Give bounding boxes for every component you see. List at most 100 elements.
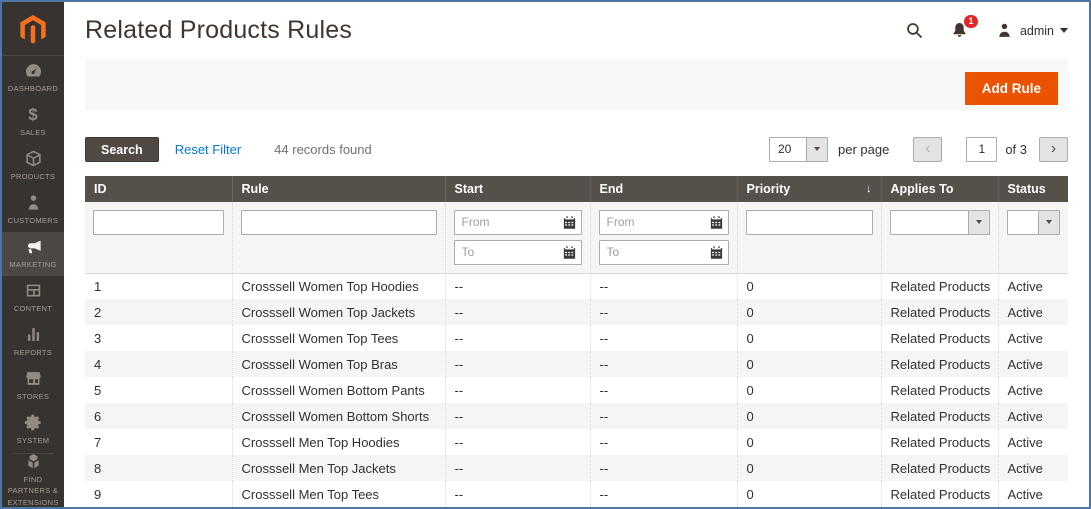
admin-account-menu[interactable]: admin: [995, 21, 1068, 40]
calendar-icon[interactable]: [709, 245, 724, 265]
search-button[interactable]: Search: [85, 136, 159, 162]
cell-status: Active: [997, 325, 1068, 351]
rule-filter-input[interactable]: [240, 209, 437, 235]
previous-page-button[interactable]: ‹: [913, 136, 943, 162]
sidebar-item-label: SALES: [20, 128, 46, 138]
chevron-down-icon: [1038, 210, 1059, 234]
customers-icon: [24, 193, 43, 212]
cell-priority: 0: [736, 429, 881, 455]
cell-priority: 0: [736, 325, 881, 351]
add-rule-button[interactable]: Add Rule: [964, 72, 1058, 106]
table-row[interactable]: 6 Crosssell Women Bottom Shorts -- -- 0 …: [85, 403, 1068, 429]
grid-body: 1 Crosssell Women Top Hoodies -- -- 0 Re…: [85, 273, 1068, 507]
cell-applies-to: Related Products: [880, 377, 998, 403]
grid-filter-row: [85, 201, 1068, 273]
calendar-icon[interactable]: [709, 215, 724, 235]
search-icon[interactable]: [905, 21, 924, 40]
applies-to-filter-select[interactable]: [889, 209, 990, 235]
column-header-end[interactable]: End: [589, 175, 737, 202]
cell-id: 1: [94, 278, 102, 294]
start-to-date-field: [453, 239, 582, 265]
table-row[interactable]: 5 Crosssell Women Bottom Pants -- -- 0 R…: [85, 377, 1068, 403]
sidebar-item-label: CUSTOMERS: [7, 216, 59, 226]
sidebar-item-find-partners[interactable]: FIND PARTNERS & EXTENSIONS: [2, 453, 64, 507]
sidebar-item-label: SYSTEM: [16, 436, 50, 446]
cell-rule: Crosssell Women Bottom Pants: [231, 377, 445, 403]
cell-rule: Crosssell Women Top Tees: [231, 325, 445, 351]
sidebar-item-customers[interactable]: CUSTOMERS: [2, 188, 64, 232]
column-header-applies-to[interactable]: Applies To: [880, 175, 998, 202]
status-filter-select[interactable]: [1006, 209, 1060, 235]
cell-start: --: [444, 455, 590, 481]
sidebar-item-label: MARKETING: [9, 260, 57, 270]
sidebar-item-label: CONTENT: [13, 304, 53, 314]
end-to-date-field: [598, 239, 729, 265]
notification-badge: 1: [963, 15, 978, 29]
pagination: 20 per page ‹ of 3 ›: [768, 136, 1068, 162]
cell-rule: Crosssell Men Top Hoodies: [231, 429, 445, 455]
cell-status: Active: [997, 429, 1068, 455]
cell-id: 7: [94, 434, 102, 450]
cell-id: 2: [94, 304, 102, 320]
cell-applies-to: Related Products: [880, 481, 998, 507]
cell-start: --: [444, 377, 590, 403]
cell-priority: 0: [736, 481, 881, 507]
cell-status: Active: [997, 455, 1068, 481]
cell-applies-to: Related Products: [880, 325, 998, 351]
sidebar-item-marketing[interactable]: MARKETING: [2, 232, 64, 276]
sidebar-item-products[interactable]: PRODUCTS: [2, 144, 64, 188]
reset-filter-link[interactable]: Reset Filter: [175, 142, 241, 157]
table-row[interactable]: 8 Crosssell Men Top Jackets -- -- 0 Rela…: [85, 455, 1068, 481]
calendar-icon[interactable]: [562, 215, 577, 235]
cell-rule: Crosssell Women Top Bras: [231, 351, 445, 377]
page-size-value: 20: [777, 141, 792, 156]
grid-table: ID Rule Start End Priority ↓ Applies To S…: [85, 175, 1068, 507]
sidebar-item-dashboard[interactable]: DASHBOARD: [2, 56, 64, 100]
cell-end: --: [589, 325, 737, 351]
calendar-icon[interactable]: [562, 245, 577, 265]
id-filter-input[interactable]: [93, 209, 224, 235]
system-icon: [24, 413, 43, 432]
page-size-select[interactable]: 20: [768, 136, 828, 162]
sidebar-item-stores[interactable]: STORES: [2, 364, 64, 408]
cell-end: --: [589, 351, 737, 377]
cell-end: --: [589, 429, 737, 455]
chevron-down-icon: [805, 137, 827, 161]
marketing-icon: [24, 237, 43, 256]
table-row[interactable]: 1 Crosssell Women Top Hoodies -- -- 0 Re…: [85, 273, 1068, 299]
table-row[interactable]: 4 Crosssell Women Top Bras -- -- 0 Relat…: [85, 351, 1068, 377]
cell-status: Active: [997, 273, 1068, 299]
cell-end: --: [589, 299, 737, 325]
cell-end: --: [589, 273, 737, 299]
current-page-input[interactable]: [966, 136, 998, 162]
cell-rule: Crosssell Women Top Hoodies: [231, 273, 445, 299]
cell-status: Active: [997, 299, 1068, 325]
action-panel: Add Rule: [85, 59, 1068, 110]
sidebar-item-system[interactable]: SYSTEM: [2, 408, 64, 452]
column-header-start[interactable]: Start: [444, 175, 590, 202]
column-header-status[interactable]: Status: [997, 175, 1068, 202]
priority-filter-input[interactable]: [745, 209, 873, 235]
cell-id: 6: [94, 408, 102, 424]
cell-start: --: [444, 299, 590, 325]
notifications-bell-icon[interactable]: 1: [950, 15, 978, 40]
cell-priority: 0: [736, 377, 881, 403]
sidebar-item-sales[interactable]: $ SALES: [2, 100, 64, 144]
column-header-priority[interactable]: Priority ↓: [736, 175, 881, 202]
cell-priority: 0: [736, 299, 881, 325]
reports-icon: [24, 325, 43, 344]
next-page-button[interactable]: ›: [1039, 136, 1068, 162]
cell-id: 3: [94, 330, 102, 346]
sidebar-item-reports[interactable]: REPORTS: [2, 320, 64, 364]
cell-status: Active: [997, 403, 1068, 429]
table-row[interactable]: 7 Crosssell Men Top Hoodies -- -- 0 Rela…: [85, 429, 1068, 455]
sidebar-item-content[interactable]: CONTENT: [2, 276, 64, 320]
table-row[interactable]: 9 Crosssell Men Top Tees -- -- 0 Related…: [85, 481, 1068, 507]
admin-window: DASHBOARD $ SALES PRODUCTS CUSTOMERS MAR…: [0, 0, 1091, 509]
magento-logo[interactable]: [2, 2, 64, 56]
table-row[interactable]: 3 Crosssell Women Top Tees -- -- 0 Relat…: [85, 325, 1068, 351]
column-header-id[interactable]: ID: [85, 175, 232, 202]
table-row[interactable]: 2 Crosssell Women Top Jackets -- -- 0 Re…: [85, 299, 1068, 325]
main-content: Related Products Rules 1 admin Add Rule …: [64, 2, 1089, 507]
column-header-rule[interactable]: Rule: [231, 175, 445, 202]
